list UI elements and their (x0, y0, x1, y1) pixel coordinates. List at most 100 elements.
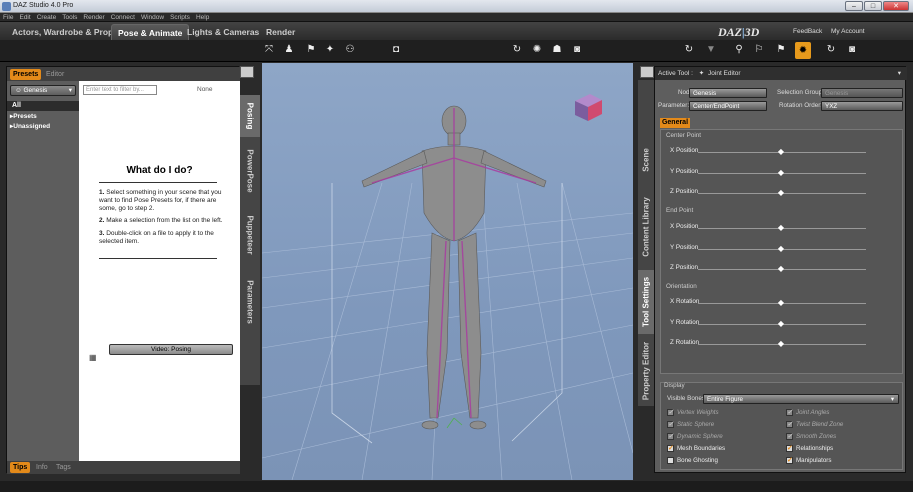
minimize-button[interactable]: – (845, 1, 863, 11)
active-pose-icon[interactable]: ⚑ (305, 44, 317, 56)
light-icon[interactable]: ✺ (531, 44, 543, 56)
video-posing-button[interactable]: Video: Posing (109, 344, 233, 355)
checkbox-relationships[interactable]: ✓ Relationships (786, 445, 833, 452)
menu-window[interactable]: Window (138, 13, 167, 22)
menu-file[interactable]: File (0, 13, 16, 22)
node-select[interactable]: Genesis (689, 88, 767, 98)
visible-bones-select[interactable]: Entire Figure ▾ (703, 394, 899, 404)
funnel-icon[interactable]: ▼ (705, 44, 717, 56)
slider-knob-icon[interactable]: ◆ (776, 263, 786, 275)
figure-select[interactable]: ☺ Genesis ▾ (10, 85, 76, 96)
param-z-rotation[interactable]: Z Rotation ◆ (666, 338, 898, 350)
tab-posing[interactable]: Posing (240, 95, 260, 137)
menu-edit[interactable]: Edit (16, 13, 33, 22)
param-center-y-position[interactable]: Y Position ◆ (666, 167, 898, 179)
node-icon[interactable]: ⚑ (775, 44, 787, 56)
checkbox-mesh-boundaries[interactable]: ✓ Mesh Boundaries (667, 445, 725, 452)
joint-editor-icon[interactable]: ✦ (324, 44, 336, 56)
slider-knob-icon[interactable]: ◆ (776, 222, 786, 234)
selection-group-value: Genesis (825, 90, 849, 97)
slider-knob-icon[interactable]: ◆ (776, 318, 786, 330)
tab-tool-settings[interactable]: Tool Settings (638, 270, 654, 334)
puppet-icon[interactable]: ⚇ (344, 44, 356, 56)
tab-tips[interactable]: Tips (10, 462, 31, 473)
tab-pose-animate[interactable]: Pose & Animate (111, 24, 190, 40)
tab-parameters[interactable]: Parameters (240, 267, 260, 337)
category-all[interactable]: All (7, 101, 79, 111)
checkbox-twist-blend-zone[interactable]: ✓ Twist Blend Zone (786, 421, 843, 428)
right-panel-menu-icon[interactable] (640, 66, 654, 78)
rotate-view-icon[interactable]: ↻ (511, 44, 523, 56)
tab-property-editor[interactable]: Property Editor (638, 336, 654, 406)
menu-create[interactable]: Create (34, 13, 60, 22)
tab-content-library-label: Content Library (641, 197, 651, 257)
tab-puppeteer[interactable]: Puppeteer (240, 205, 260, 265)
camera-icon[interactable]: ◘ (390, 44, 402, 56)
param-center-x-position[interactable]: X Position ◆ (666, 146, 898, 158)
menu-render[interactable]: Render (80, 13, 107, 22)
menu-help[interactable]: Help (193, 13, 212, 22)
refresh-icon[interactable]: ↻ (683, 44, 695, 56)
param-x-rotation[interactable]: X Rotation ◆ (666, 297, 898, 309)
window-title: DAZ Studio 4.0 Pro (13, 2, 74, 9)
tab-presets[interactable]: Presets (10, 69, 42, 80)
view-cube[interactable] (575, 94, 602, 121)
my-account-link[interactable]: My Account (831, 28, 865, 35)
param-end-y-position[interactable]: Y Position ◆ (666, 243, 898, 255)
select-icon[interactable]: ⚐ (753, 44, 765, 56)
visible-bones-value: Entire Figure (707, 396, 744, 403)
checkbox-vertex-weights[interactable]: ✓ Vertex Weights (667, 409, 719, 416)
render-icon[interactable]: ◙ (571, 44, 583, 56)
feedback-link[interactable]: FeedBack (793, 28, 822, 35)
render-camera-icon[interactable]: ◙ (846, 44, 858, 56)
maximize-button[interactable]: □ (864, 1, 882, 11)
category-unassigned[interactable]: ▸Unassigned (7, 122, 79, 131)
tab-content-library[interactable]: Content Library (638, 186, 654, 268)
param-center-z-position[interactable]: Z Position ◆ (666, 187, 898, 199)
param-end-x-position[interactable]: X Position ◆ (666, 222, 898, 234)
viewport-rotate-icon[interactable]: ↻ (825, 44, 837, 56)
universal-tool-icon[interactable]: ⤧ (263, 44, 275, 56)
slider-knob-icon[interactable]: ◆ (776, 146, 786, 158)
checkbox-smooth-zones[interactable]: ✓ Smooth Zones (786, 433, 836, 440)
left-panel-menu-icon[interactable] (240, 66, 254, 78)
checkbox-joint-angles[interactable]: ✓ Joint Angles (786, 409, 829, 416)
slider-knob-icon[interactable]: ◆ (776, 297, 786, 309)
tab-lights-cameras[interactable]: Lights & Cameras (181, 24, 265, 40)
figure-view-icon[interactable]: ☗ (551, 44, 563, 56)
close-button[interactable]: ✕ (883, 1, 909, 11)
spotlight-icon[interactable]: ✹ (795, 42, 811, 59)
slider-knob-icon[interactable]: ◆ (776, 187, 786, 199)
checkbox-dynamic-sphere[interactable]: ✓ Dynamic Sphere (667, 433, 723, 440)
checkbox-static-sphere[interactable]: ✓ Static Sphere (667, 421, 714, 428)
tab-info[interactable]: Info (33, 462, 51, 473)
tab-general[interactable]: General (660, 118, 690, 128)
checkbox-bone-ghosting[interactable]: Bone Ghosting (667, 457, 718, 464)
slider-knob-icon[interactable]: ◆ (776, 167, 786, 179)
figure-pose-icon[interactable]: ♟ (283, 44, 295, 56)
slider-knob-icon[interactable]: ◆ (776, 243, 786, 255)
selection-group-select[interactable]: Genesis (821, 88, 903, 98)
menu-scripts[interactable]: Scripts (167, 13, 193, 22)
chevron-down-icon[interactable]: ▾ (898, 67, 901, 80)
menu-connect[interactable]: Connect (108, 13, 138, 22)
figure-joint-icon[interactable]: ⚲ (733, 44, 745, 56)
tab-editor[interactable]: Editor (43, 69, 67, 80)
tab-scene[interactable]: Scene (638, 135, 654, 185)
display-group: Display Visible Bones: Entire Figure ▾ ✓ V… (660, 382, 903, 470)
tab-tags[interactable]: Tags (53, 462, 74, 473)
tab-render[interactable]: Render (260, 24, 301, 40)
param-y-rotation[interactable]: Y Rotation ◆ (666, 318, 898, 330)
slider-knob-icon[interactable]: ◆ (776, 338, 786, 350)
menu-tools[interactable]: Tools (59, 13, 80, 22)
3d-viewport[interactable] (262, 63, 633, 480)
active-tool-label: Active Tool : (658, 70, 693, 77)
tab-powerpose[interactable]: PowerPose (240, 139, 260, 203)
param-end-z-position[interactable]: Z Position ◆ (666, 263, 898, 275)
category-presets[interactable]: ▸Presets (7, 112, 79, 121)
filter-input[interactable]: Enter text to filter by... (83, 85, 157, 95)
parameter-select[interactable]: Center/EndPoint (689, 101, 767, 111)
rotation-order-select[interactable]: YXZ (821, 101, 903, 111)
checkbox-manipulators[interactable]: ✓ Manipulators (786, 457, 831, 464)
tab-actors-wardrobe-props[interactable]: Actors, Wardrobe & Props (6, 24, 124, 40)
